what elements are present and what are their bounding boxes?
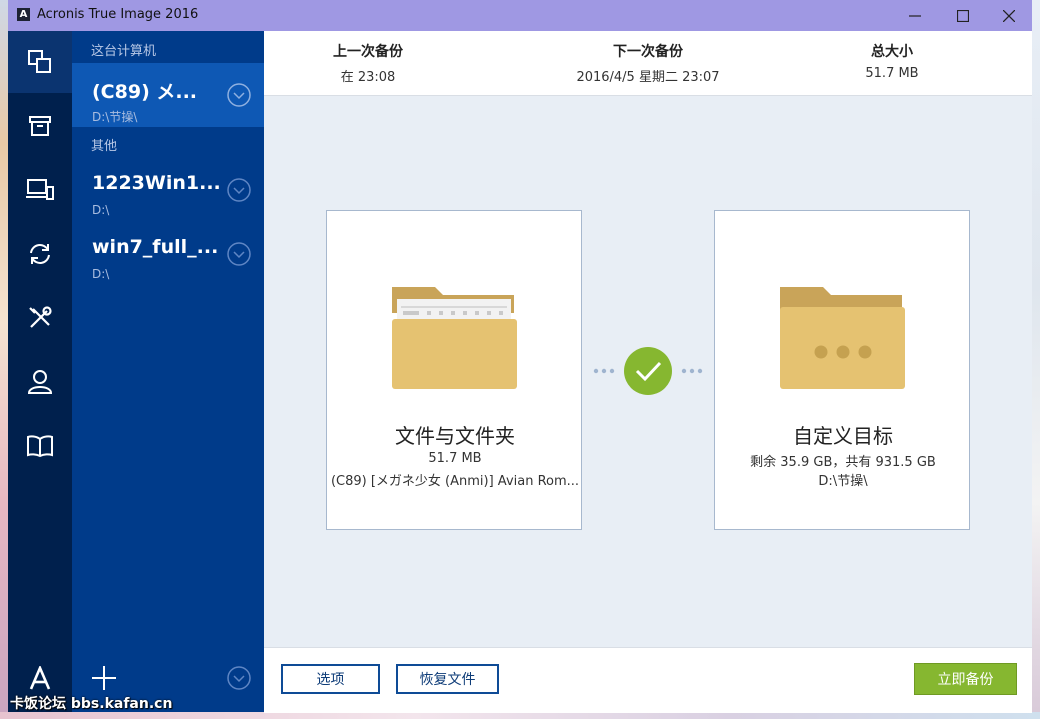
app-logo-icon: A: [17, 8, 30, 21]
stat-value: 在 23:08: [340, 70, 396, 85]
source-title: 文件与文件夹: [395, 424, 515, 448]
devices-icon: [26, 179, 54, 200]
source-name: (C89) [メガネ少女 (Anmi)] Avian Rom...: [330, 474, 580, 489]
desktop-background-bottom: [0, 712, 1040, 719]
user-icon: [28, 370, 52, 394]
stat-next-backup: 下一次备份 2016/4/5 星期二 23:07: [548, 41, 748, 85]
backup-item-path: D:\: [92, 267, 110, 281]
chevron-down-icon[interactable]: [227, 83, 251, 107]
title-bar[interactable]: A Acronis True Image 2016: [8, 0, 1032, 31]
stat-label: 总大小: [871, 44, 913, 60]
source-size: 51.7 MB: [428, 451, 482, 466]
copy-icon: [28, 50, 51, 73]
stat-value: 51.7 MB: [865, 66, 919, 81]
backup-item-path: D:\: [92, 203, 110, 217]
sync-icon: [30, 244, 50, 264]
backup-item-path: D:\节操\: [92, 110, 138, 124]
rail-item-backup[interactable]: [8, 31, 72, 93]
destination-space: 剩余 35.9 GB，共有 931.5 GB: [750, 455, 936, 470]
backup-status-connector: [593, 347, 703, 395]
check-success-icon: [624, 347, 672, 395]
forum-watermark: 卡饭论坛 bbs.kafan.cn: [10, 696, 173, 712]
chevron-down-icon[interactable]: [227, 666, 251, 690]
backup-item-name: (C89) メ...: [92, 81, 198, 103]
rail-item-tools[interactable]: [8, 287, 72, 349]
desktop-background-right: [1032, 0, 1040, 719]
add-backup-button[interactable]: [90, 664, 118, 692]
destination-title: 自定义目标: [793, 424, 893, 448]
chevron-down-icon[interactable]: [227, 242, 251, 266]
backup-stats-bar: 上一次备份 在 23:08 下一次备份 2016/4/5 星期二 23:07 总…: [264, 31, 1032, 96]
rail-item-account[interactable]: [8, 351, 72, 413]
rail-item-help[interactable]: [8, 415, 72, 477]
backup-item-name: 1223Win1...: [92, 172, 221, 194]
destination-path: D:\节操\: [818, 474, 868, 489]
rail-item-sync[interactable]: [8, 223, 72, 285]
folder-open-icon: [392, 287, 517, 389]
backup-item[interactable]: 1223Win1... D:\: [72, 158, 264, 222]
stat-label: 上一次备份: [333, 44, 403, 60]
stat-value: 2016/4/5 星期二 23:07: [576, 70, 720, 85]
minimize-button[interactable]: [892, 0, 938, 31]
maximize-button[interactable]: [940, 0, 986, 31]
group-label-this-pc: 这台计算机: [91, 44, 157, 59]
close-button[interactable]: [986, 0, 1032, 31]
nav-rail: [8, 31, 72, 712]
rail-item-devices[interactable]: [8, 159, 72, 221]
folder-icon: [780, 287, 905, 389]
backup-item-name: win7_full_...: [92, 236, 219, 258]
group-label-other: 其他: [91, 139, 118, 154]
app-window: A Acronis True Image 2016 这台计算机 (C89) メ.…: [8, 0, 1032, 713]
backup-source-card[interactable]: 文件与文件夹 51.7 MB (C89) [メガネ少女 (Anmi)] Avia…: [326, 210, 582, 530]
minimize-icon: [909, 14, 921, 17]
backup-destination-card[interactable]: 自定义目标 剩余 35.9 GB，共有 931.5 GB D:\节操\: [714, 210, 970, 530]
maximize-icon: [957, 9, 969, 22]
close-icon: [1003, 9, 1015, 22]
book-icon: [27, 435, 53, 458]
acronis-logo-icon: [29, 666, 51, 690]
window-title: Acronis True Image 2016: [37, 7, 199, 22]
stat-last-backup: 上一次备份 在 23:08: [268, 41, 468, 85]
backup-list-panel: 这台计算机 (C89) メ... D:\节操\ 其他 1223Win1... D…: [72, 31, 264, 712]
action-footer: 选项 恢复文件 立即备份: [264, 647, 1032, 713]
stat-label: 下一次备份: [613, 44, 683, 60]
options-button[interactable]: 选项: [281, 664, 380, 694]
desktop-background-left: [0, 0, 8, 719]
back-up-now-button[interactable]: 立即备份: [914, 663, 1017, 695]
backup-detail-panel: 上一次备份 在 23:08 下一次备份 2016/4/5 星期二 23:07 总…: [264, 31, 1032, 713]
tools-icon: [29, 306, 52, 328]
restore-files-button[interactable]: 恢复文件: [396, 664, 499, 694]
rail-item-archive[interactable]: [8, 95, 72, 157]
stat-total-size: 总大小 51.7 MB: [792, 41, 992, 81]
archive-box-icon: [29, 116, 51, 136]
chevron-down-icon[interactable]: [227, 178, 251, 202]
backup-item[interactable]: win7_full_... D:\: [72, 222, 264, 286]
backup-item[interactable]: (C89) メ... D:\节操\: [72, 63, 264, 127]
